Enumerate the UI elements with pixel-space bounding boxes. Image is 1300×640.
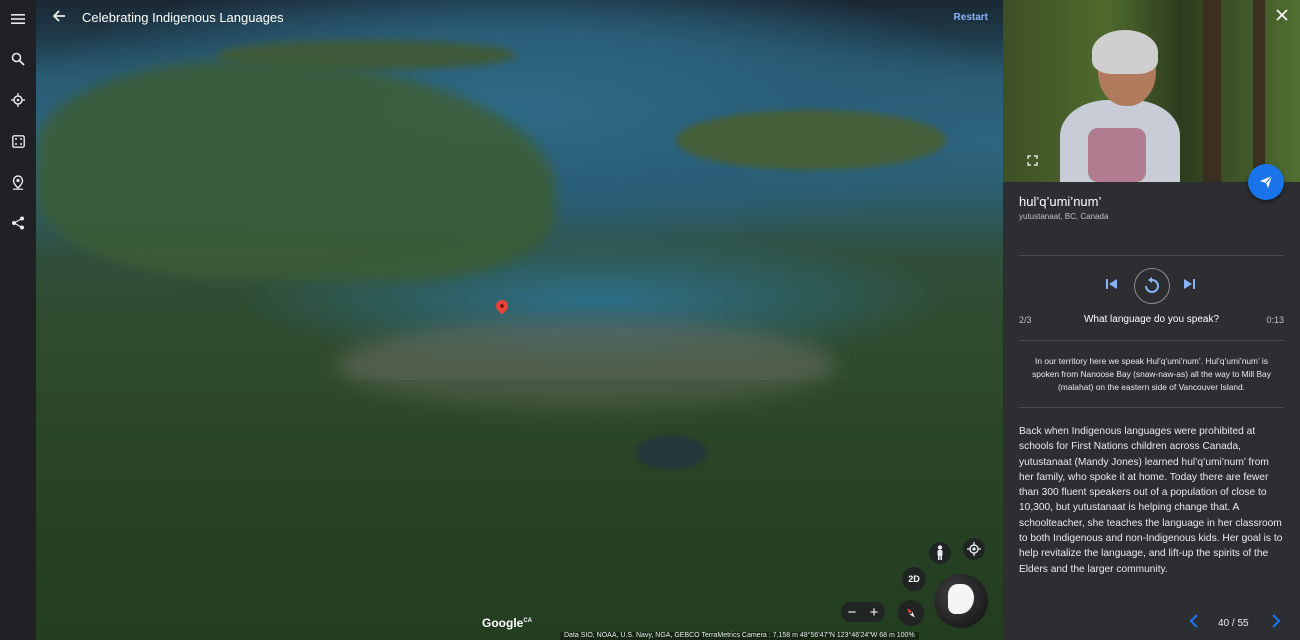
google-logo: GoogleCA	[482, 616, 533, 630]
replay-button[interactable]	[1134, 268, 1170, 304]
clip-duration: 0:13	[1266, 315, 1284, 325]
lake	[636, 435, 706, 470]
map-attribution: Data SIO, NOAA, U.S. Navy, NGA, GEBCO Te…	[560, 632, 919, 640]
location-pin-icon[interactable]	[493, 297, 511, 315]
zoom-out-button[interactable]: −	[848, 604, 857, 621]
close-icon[interactable]	[1276, 9, 1288, 25]
projects-icon[interactable]	[8, 172, 28, 192]
next-slide-icon[interactable]	[1271, 614, 1281, 633]
peninsula-terrain	[36, 60, 556, 280]
slide-counter: 40 / 55	[1218, 618, 1249, 629]
restart-button[interactable]: Restart	[954, 12, 988, 23]
transcript-quote: In our territory here we speak Hul’q’umi…	[1032, 356, 1271, 392]
voyager-icon[interactable]	[8, 90, 28, 110]
earth-map-view[interactable]: GoogleCA Data SIO, NOAA, U.S. Navy, NGA,…	[36, 0, 1003, 640]
knowledge-card-panel: hul’q’umi’num’ yutustanaat, BC, Canada 2…	[1003, 0, 1300, 640]
language-name: hul’q’umi’num’	[1019, 194, 1102, 209]
toggle-2d-button[interactable]: 2D	[902, 567, 926, 591]
menu-icon[interactable]	[8, 9, 28, 29]
story-description: Back when Indigenous languages were proh…	[1019, 426, 1283, 575]
feeling-lucky-icon[interactable]	[8, 131, 28, 151]
previous-track-icon[interactable]	[1105, 277, 1118, 293]
next-track-icon[interactable]	[1183, 277, 1196, 293]
my-location-icon[interactable]	[963, 538, 985, 560]
speaker-location: yutustanaat, BC, Canada	[1019, 212, 1109, 221]
north-america-continent	[948, 584, 974, 614]
tree-trunk	[1253, 0, 1265, 182]
tree-trunk	[1203, 0, 1221, 182]
fly-to-button[interactable]	[1248, 164, 1284, 200]
zoom-control: − +	[841, 602, 885, 622]
left-rail	[0, 0, 36, 640]
story-title: Celebrating Indigenous Languages	[82, 10, 284, 25]
speaker-portrait	[1048, 30, 1188, 182]
pegman-icon[interactable]	[929, 542, 951, 564]
compass-icon[interactable]	[898, 600, 924, 626]
replay-icon	[1145, 277, 1159, 293]
share-icon[interactable]	[8, 213, 28, 233]
divider	[1019, 407, 1284, 408]
clip-question: What language do you speak?	[1083, 314, 1220, 325]
back-arrow-icon[interactable]	[52, 9, 70, 27]
divider	[1019, 255, 1284, 256]
speaker-photo	[1003, 0, 1300, 182]
divider	[1019, 340, 1284, 341]
story-pager: 40 / 55	[1003, 614, 1300, 634]
zoom-in-button[interactable]: +	[870, 604, 879, 621]
forest-terrain	[36, 380, 1003, 640]
story-topbar: Celebrating Indigenous Languages Restart	[36, 0, 1003, 36]
globe-overview-icon[interactable]	[934, 574, 988, 628]
previous-slide-icon[interactable]	[1189, 614, 1199, 633]
paper-plane-icon	[1260, 175, 1273, 188]
shirt-graphic	[1088, 128, 1146, 182]
fullscreen-icon[interactable]	[1027, 155, 1039, 167]
island-terrain	[676, 110, 946, 170]
hair	[1092, 30, 1158, 74]
search-icon[interactable]	[8, 49, 28, 69]
